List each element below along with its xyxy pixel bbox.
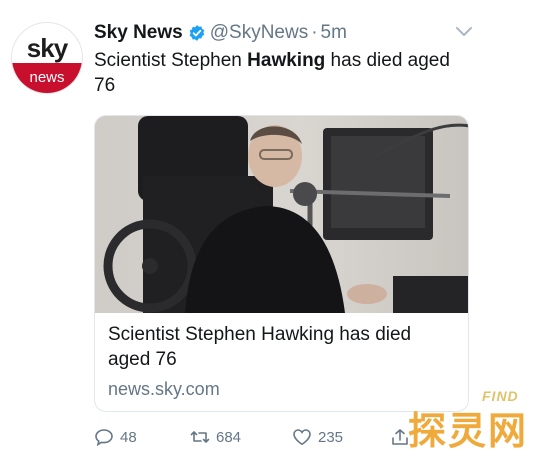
avatar[interactable]: sky news — [11, 22, 83, 94]
tweet-text-before: Scientist Stephen — [94, 50, 248, 71]
tweet-header: Sky News @SkyNews · 5m — [94, 20, 347, 46]
timestamp[interactable]: 5m — [321, 22, 347, 44]
heart-icon — [293, 429, 311, 446]
retweet-icon — [190, 431, 210, 443]
retweet-count: 684 — [216, 428, 242, 446]
card-photo — [95, 116, 468, 313]
watermark-logo: FIND 探灵网 — [408, 388, 543, 453]
avatar-sky-text: sky — [26, 33, 68, 63]
avatar-news-text: news — [29, 69, 65, 86]
share-action[interactable] — [390, 428, 410, 446]
handle[interactable]: @SkyNews — [210, 22, 308, 44]
chevron-down-icon[interactable] — [455, 26, 473, 38]
reply-icon — [95, 429, 113, 446]
like-count: 235 — [318, 428, 344, 446]
card-title: Scientist Stephen Hawking has died aged … — [108, 324, 412, 370]
action-bar: 48 684 235 — [94, 428, 424, 450]
like-action[interactable]: 235 — [292, 428, 343, 446]
display-name[interactable]: Sky News — [94, 22, 183, 44]
separator-dot: · — [311, 22, 318, 43]
retweet-action[interactable]: 684 — [190, 428, 241, 446]
share-icon — [392, 429, 408, 445]
verified-badge-icon — [189, 25, 205, 41]
reply-action[interactable]: 48 — [94, 428, 137, 446]
watermark-glyphs: 探灵网 — [408, 409, 529, 453]
tweet-text-bold: Hawking — [247, 50, 326, 71]
reply-count: 48 — [120, 428, 137, 446]
tweet-text: Scientist Stephen Hawking has died aged … — [94, 48, 454, 98]
link-card[interactable]: Scientist Stephen Hawking has died aged … — [94, 115, 469, 412]
card-domain: news.sky.com — [108, 379, 220, 399]
